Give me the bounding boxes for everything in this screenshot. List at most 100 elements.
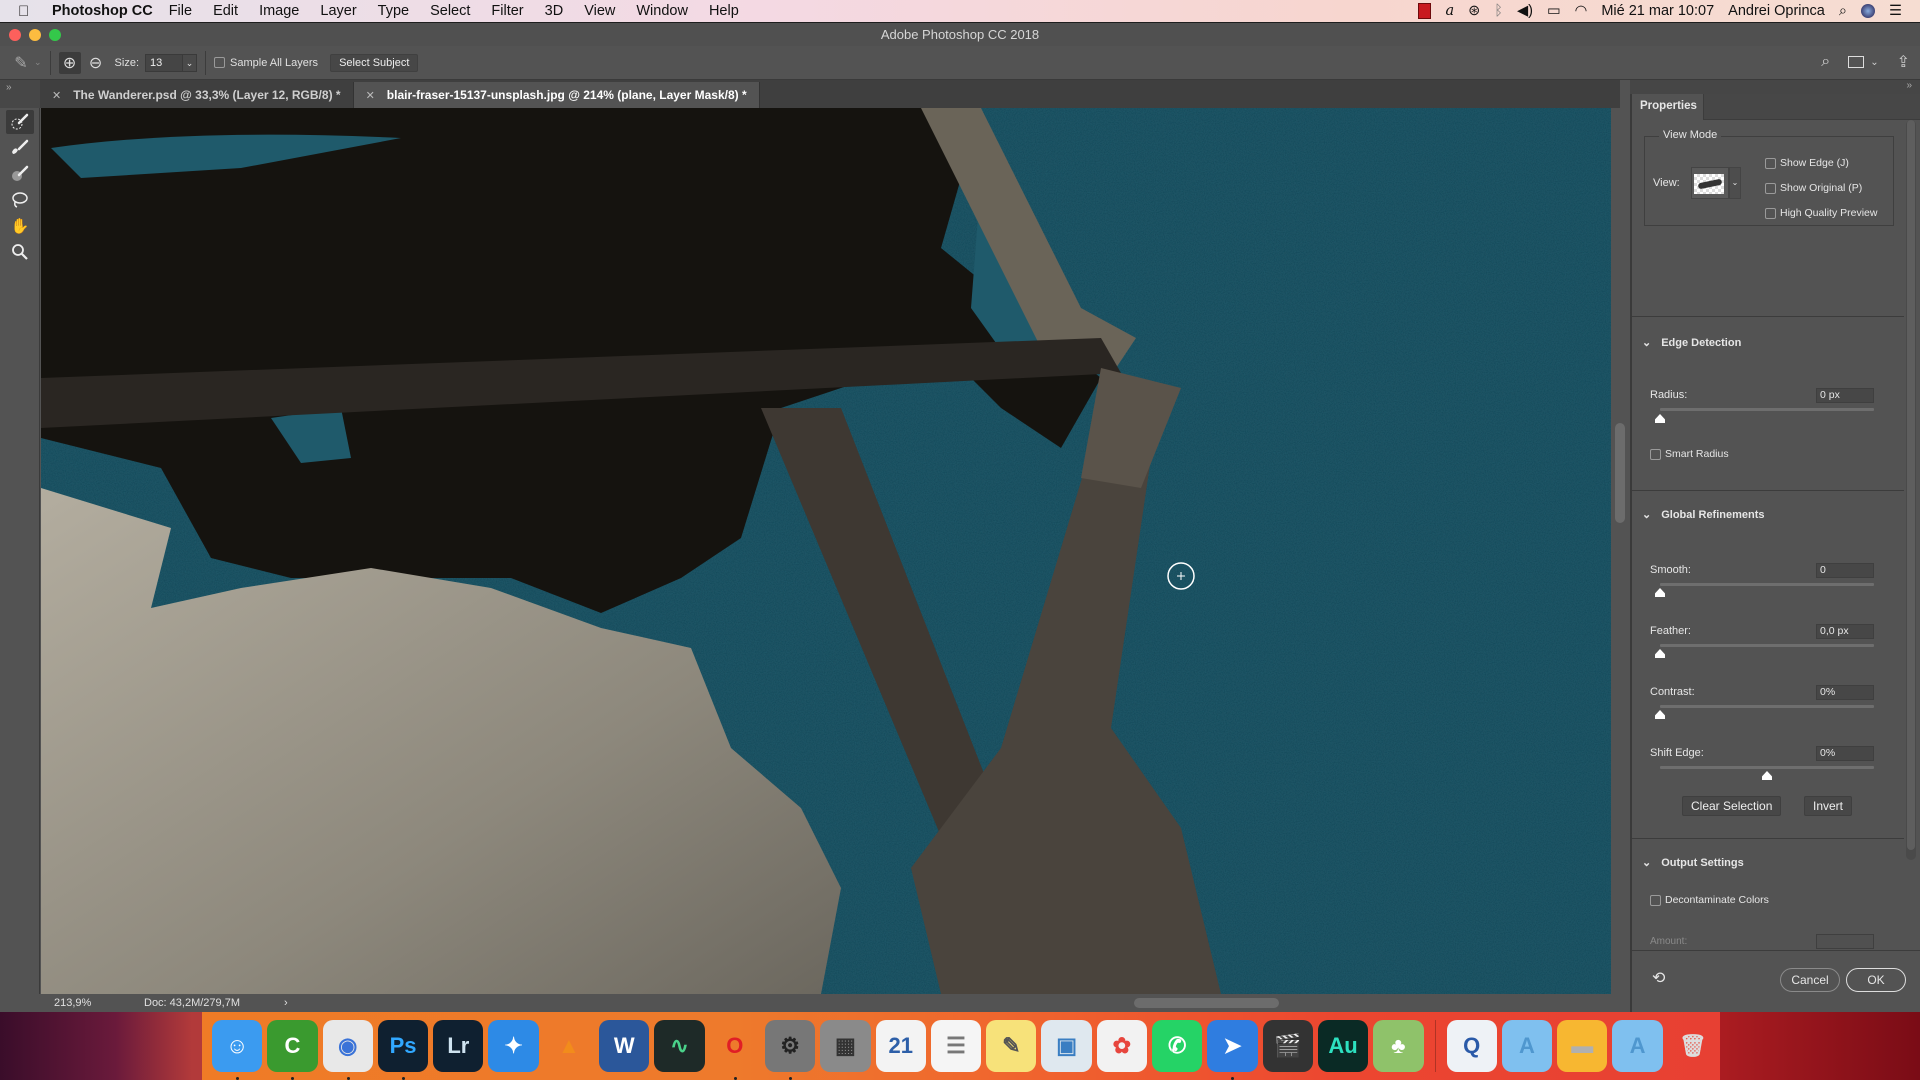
shift-edge-slider-handle[interactable] <box>1762 771 1772 780</box>
dock-opera[interactable]: O <box>710 1020 760 1080</box>
dock-calculator[interactable]: ▦ <box>820 1020 871 1072</box>
reset-icon[interactable]: ⟲ <box>1652 968 1665 988</box>
hand-tool-icon[interactable]: ✋ <box>6 214 34 238</box>
subtract-from-selection-icon[interactable]: ⊖ <box>85 52 107 74</box>
view-mode-thumbnail[interactable] <box>1691 167 1729 199</box>
dock-notes[interactable]: ✎ <box>986 1020 1037 1072</box>
dock-downloads-folder[interactable]: A <box>1612 1020 1663 1072</box>
dock-reminders[interactable]: ☰ <box>930 1020 982 1072</box>
document-canvas[interactable] <box>41 108 1611 994</box>
spotlight-search-icon[interactable]: ⌕ <box>1839 3 1847 19</box>
bluetooth-icon[interactable]: ᛒ <box>1494 3 1503 19</box>
zoom-tool-icon[interactable] <box>6 240 34 264</box>
collapse-panels-icon[interactable]: » <box>1906 80 1912 91</box>
menu-3d[interactable]: 3D <box>545 3 564 19</box>
close-tab-icon[interactable]: ✕ <box>52 89 61 102</box>
canvas-vertical-scrollbar[interactable] <box>1611 108 1629 994</box>
refine-edge-brush-icon[interactable] <box>6 136 34 160</box>
signature-icon[interactable]: a <box>1445 3 1454 19</box>
dock-photoshop[interactable]: Ps <box>377 1020 429 1080</box>
dock-external-drive[interactable]: ▬ <box>1557 1020 1608 1072</box>
high-quality-preview-option[interactable]: High Quality Preview <box>1765 207 1877 219</box>
select-subject-button[interactable]: Select Subject <box>330 53 419 72</box>
dock-photos[interactable]: ✿ <box>1096 1020 1148 1072</box>
dock-preview[interactable]: ▣ <box>1041 1020 1092 1072</box>
menu-help[interactable]: Help <box>709 3 739 19</box>
smooth-slider[interactable] <box>1660 583 1874 586</box>
status-info-arrow[interactable]: › <box>284 997 288 1009</box>
dock-applications-folder[interactable]: A <box>1501 1020 1553 1072</box>
close-tab-icon[interactable]: ✕ <box>366 89 375 102</box>
search-icon[interactable]: ⌕ <box>1821 53 1830 71</box>
show-original-option[interactable]: Show Original (P) <box>1765 182 1862 194</box>
notification-center-icon[interactable]: ☰ <box>1889 3 1902 19</box>
menu-view[interactable]: View <box>584 3 615 19</box>
radius-input[interactable]: 0 px <box>1816 388 1874 403</box>
menu-window[interactable]: Window <box>636 3 688 19</box>
tab-blair-fraser[interactable]: ✕ blair-fraser-15137-unsplash.jpg @ 214%… <box>353 82 760 108</box>
output-settings-header[interactable]: ⌄ Output Settings <box>1642 856 1744 870</box>
wifi-icon[interactable]: ◠ <box>1575 3 1588 19</box>
toolbar-collapse-toggle[interactable]: » <box>0 80 40 108</box>
tool-preset-dropdown-icon[interactable]: ⌄ <box>34 57 42 68</box>
zoom-level[interactable]: 213,9% <box>54 997 114 1009</box>
airplay-icon[interactable]: ▭ <box>1547 3 1561 19</box>
dock-word[interactable]: W <box>599 1020 650 1072</box>
contrast-input[interactable]: 0% <box>1816 685 1874 700</box>
dock-lightroom[interactable]: Lr <box>433 1020 484 1072</box>
brush-size-dropdown-icon[interactable]: ⌄ <box>183 53 198 72</box>
menu-image[interactable]: Image <box>259 3 299 19</box>
dock-safari[interactable]: ✦ <box>488 1020 539 1072</box>
workspace-switcher-icon[interactable] <box>1848 56 1865 68</box>
screen-recorder-icon[interactable] <box>1418 3 1432 19</box>
menu-filter[interactable]: Filter <box>491 3 523 19</box>
tab-the-wanderer[interactable]: ✕ The Wanderer.psd @ 33,3% (Layer 12, RG… <box>40 82 354 108</box>
decontaminate-colors-checkbox[interactable] <box>1650 894 1661 906</box>
dock-vlc[interactable]: ▲ <box>544 1020 594 1072</box>
dock-spark[interactable]: ➤ <box>1207 1020 1258 1080</box>
feather-input[interactable]: 0,0 px <box>1816 624 1874 639</box>
dock-audition[interactable]: Au <box>1317 1020 1369 1072</box>
dock-macfamilytree[interactable]: ♣ <box>1373 1020 1424 1072</box>
edge-detection-header[interactable]: ⌄ Edge Detection <box>1642 336 1741 350</box>
invert-button[interactable]: Invert <box>1804 796 1853 816</box>
shift-edge-input[interactable]: 0% <box>1816 746 1874 761</box>
feather-slider[interactable] <box>1660 644 1874 647</box>
decontaminate-colors-option[interactable]: Decontaminate Colors <box>1650 894 1769 906</box>
apple-menu-icon[interactable]:  <box>18 3 38 20</box>
volume-icon[interactable]: ◀︎) <box>1517 3 1533 19</box>
sample-all-layers-checkbox[interactable] <box>214 57 226 68</box>
smooth-input[interactable]: 0 <box>1816 563 1874 578</box>
high-quality-preview-checkbox[interactable] <box>1765 207 1776 219</box>
dock-avi-file[interactable]: Q <box>1446 1020 1497 1072</box>
show-original-checkbox[interactable] <box>1765 182 1776 194</box>
app-menu[interactable]: Photoshop CC <box>52 3 153 19</box>
quick-selection-tool-icon[interactable] <box>6 110 34 134</box>
smart-radius-option[interactable]: Smart Radius <box>1650 448 1729 460</box>
smooth-slider-handle[interactable] <box>1655 588 1665 597</box>
share-icon[interactable]: ⇪ <box>1897 52 1910 72</box>
panel-scrollbar[interactable] <box>1906 120 1916 860</box>
dock-activity-monitor[interactable]: ∿ <box>654 1020 705 1072</box>
radius-slider[interactable] <box>1660 408 1874 411</box>
contrast-slider[interactable] <box>1660 705 1874 708</box>
view-mode-dropdown-icon[interactable]: ⌄ <box>1729 167 1741 199</box>
menu-layer[interactable]: Layer <box>320 3 356 19</box>
ok-button[interactable]: OK <box>1846 968 1906 992</box>
dock-calendar[interactable]: 21 <box>875 1020 926 1072</box>
brush-size-input[interactable]: 13 <box>145 53 184 72</box>
menu-select[interactable]: Select <box>430 3 470 19</box>
menu-type[interactable]: Type <box>378 3 409 19</box>
menu-edit[interactable]: Edit <box>213 3 238 19</box>
siri-icon[interactable] <box>1861 4 1875 18</box>
menu-file[interactable]: File <box>169 3 192 19</box>
clock[interactable]: Mié 21 mar 10:07 <box>1601 3 1714 19</box>
smart-radius-checkbox[interactable] <box>1650 448 1661 460</box>
show-edge-checkbox[interactable] <box>1765 157 1776 169</box>
horizontal-scroll-thumb[interactable] <box>1134 998 1279 1008</box>
show-edge-option[interactable]: Show Edge (J) <box>1765 157 1849 169</box>
vertical-scroll-thumb[interactable] <box>1615 423 1625 523</box>
clear-selection-button[interactable]: Clear Selection <box>1682 796 1782 816</box>
add-to-selection-icon[interactable]: ⊕ <box>58 51 81 74</box>
dock-final-cut-pro[interactable]: 🎬 <box>1262 1020 1313 1072</box>
